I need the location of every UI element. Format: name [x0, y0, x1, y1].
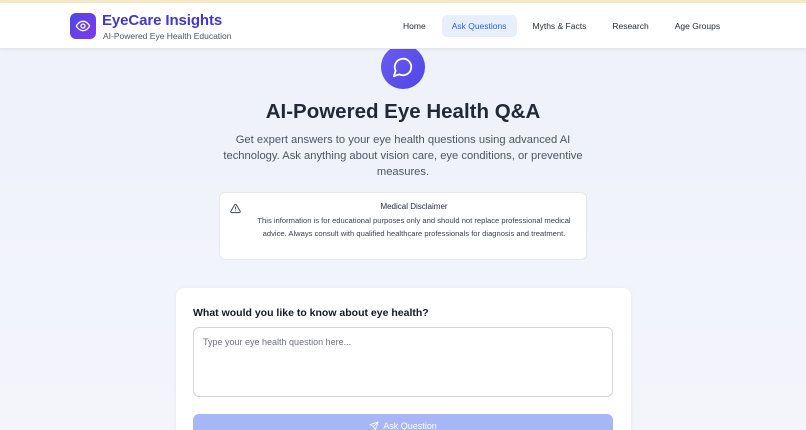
logo[interactable]: [70, 13, 96, 39]
nav-item-research[interactable]: Research: [602, 15, 658, 37]
hero-icon-badge: [381, 45, 425, 89]
ask-question-button[interactable]: Ask Question: [193, 414, 613, 430]
hero-description: Get expert answers to your eye health qu…: [223, 134, 583, 178]
nav-item-age-groups[interactable]: Age Groups: [665, 15, 730, 37]
nav-item-myths-facts[interactable]: Myths & Facts: [523, 15, 597, 37]
question-label: What would you like to know about eye he…: [193, 307, 429, 319]
brand-subtitle: AI-Powered Eye Health Education: [103, 31, 232, 41]
chat-bubble-icon: [392, 57, 413, 78]
brand-title[interactable]: EyeCare Insights: [102, 12, 222, 29]
disclaimer-text: This information is for educational purp…: [257, 216, 571, 238]
send-icon: [369, 421, 379, 430]
question-card: What would you like to know about eye he…: [176, 288, 631, 430]
site-header: EyeCare Insights AI-Powered Eye Health E…: [0, 3, 806, 49]
eye-icon: [75, 20, 91, 32]
nav-item-ask-questions[interactable]: Ask Questions: [441, 15, 517, 37]
warning-triangle-icon: [230, 203, 241, 214]
medical-disclaimer: Medical Disclaimer This information is f…: [219, 192, 587, 260]
question-input[interactable]: [193, 327, 613, 397]
main-nav: Home Ask Questions Myths & Facts Researc…: [393, 15, 730, 37]
nav-item-home[interactable]: Home: [393, 15, 436, 37]
page-title: AI-Powered Eye Health Q&A: [265, 100, 541, 123]
disclaimer-title: Medical Disclaimer: [380, 202, 448, 211]
ask-question-label: Ask Question: [383, 421, 437, 430]
